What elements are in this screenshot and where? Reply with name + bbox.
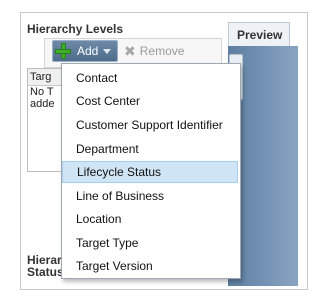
plus-icon: [55, 43, 71, 59]
menu-item-location[interactable]: Location: [62, 208, 238, 230]
add-button-label: Add: [77, 44, 99, 58]
remove-button-label: Remove: [139, 44, 185, 58]
add-dropdown-menu: Contact Cost Center Customer Support Ide…: [61, 63, 241, 279]
menu-item-line-of-business[interactable]: Line of Business: [62, 185, 238, 207]
remove-icon: ✖: [124, 42, 136, 59]
tab-preview[interactable]: Preview: [228, 22, 290, 46]
menu-item-target-type[interactable]: Target Type: [62, 232, 238, 254]
chevron-down-icon: [103, 48, 112, 54]
remove-button[interactable]: ✖ Remove: [124, 42, 184, 60]
menu-item-target-version[interactable]: Target Version: [62, 255, 238, 277]
menu-item-contact[interactable]: Contact: [62, 67, 238, 89]
menu-item-lifecycle-status[interactable]: Lifecycle Status: [62, 161, 238, 183]
menu-item-department[interactable]: Department: [62, 138, 238, 160]
add-button[interactable]: Add: [52, 40, 118, 62]
panel-title: Hierarchy Levels: [27, 22, 124, 36]
menu-item-cost-center[interactable]: Cost Center: [62, 90, 238, 112]
menu-item-customer-support-identifier[interactable]: Customer Support Identifier: [62, 114, 238, 136]
